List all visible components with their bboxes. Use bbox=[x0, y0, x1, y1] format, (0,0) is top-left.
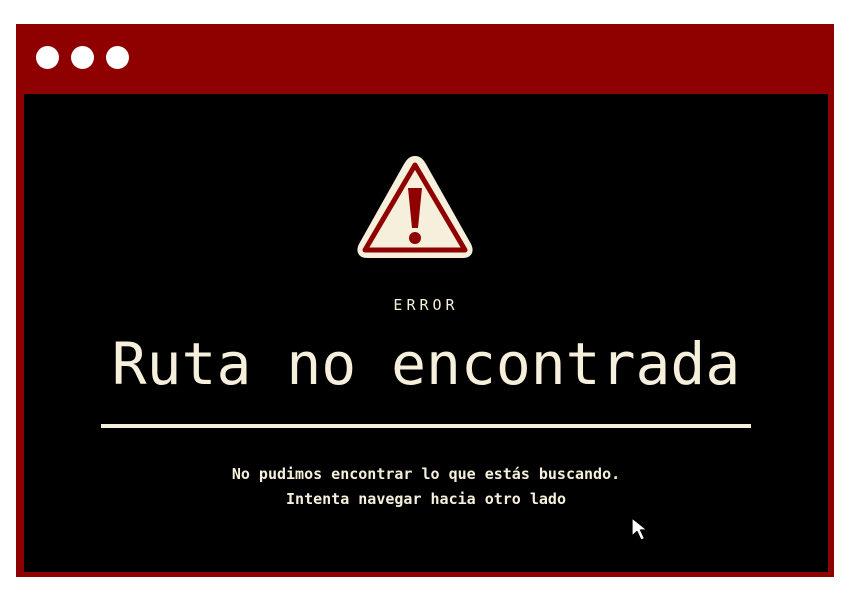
window-control-dot[interactable] bbox=[71, 46, 94, 69]
error-message: No pudimos encontrar lo que estás buscan… bbox=[24, 462, 828, 512]
error-message-line: No pudimos encontrar lo que estás buscan… bbox=[231, 465, 621, 483]
window-titlebar bbox=[16, 24, 834, 94]
divider bbox=[101, 424, 751, 428]
error-screen: ERROR Ruta no encontrada No pudimos enco… bbox=[24, 94, 828, 572]
warning-icon bbox=[357, 156, 473, 258]
error-message-line: Intenta navegar hacia otro lado bbox=[286, 490, 566, 508]
pointer-cursor-icon bbox=[631, 517, 648, 541]
window-control-dot[interactable] bbox=[36, 46, 59, 69]
browser-window: ERROR Ruta no encontrada No pudimos enco… bbox=[16, 24, 834, 577]
window-control-dot[interactable] bbox=[106, 46, 129, 69]
page-title: Ruta no encontrada bbox=[111, 330, 741, 398]
error-label: ERROR bbox=[393, 296, 459, 314]
